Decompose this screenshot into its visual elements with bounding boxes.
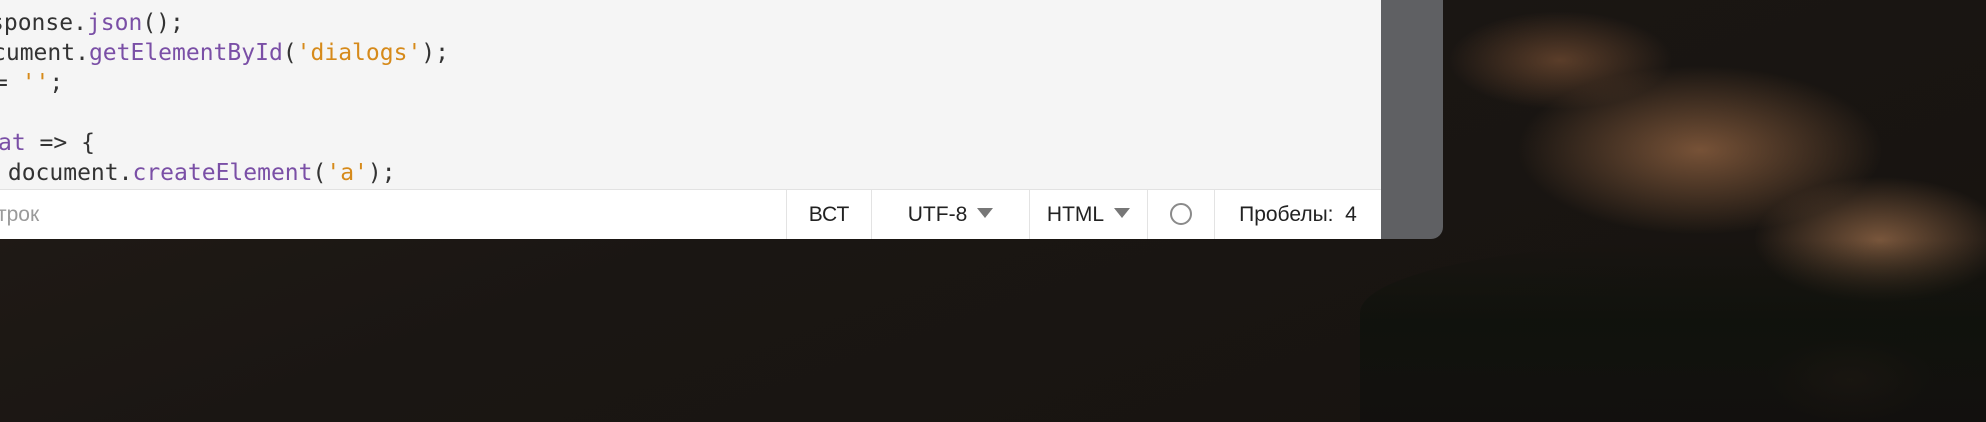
code-token: ( (282, 40, 297, 66)
code-token: json (86, 10, 143, 36)
code-token: = (0, 70, 8, 96)
linter-circle-icon (1170, 203, 1192, 226)
linter-status[interactable] (1147, 190, 1214, 239)
code-area[interactable]: sponse.json();cument.getElementById('dia… (0, 0, 1381, 189)
code-token: at (0, 130, 26, 156)
indent-settings[interactable]: Пробелы: 4 (1214, 190, 1381, 239)
code-token: ); (421, 40, 449, 66)
code-token: getElementById (88, 40, 283, 66)
status-bar: трок ВСТ UTF-8 HTML Пробелы: 4 (0, 189, 1381, 239)
code-token: ( (312, 160, 327, 186)
code-token: '' (21, 70, 50, 96)
cursor-position: трок (0, 203, 40, 226)
code-token: cument. (0, 40, 89, 66)
code-line: document.createElement('a'); (0, 158, 396, 188)
code-token: document. (0, 160, 133, 186)
chevron-down-icon (1114, 208, 1131, 219)
code-token: 'dialogs' (296, 40, 422, 66)
code-token: 'a' (326, 160, 368, 186)
code-editor[interactable]: sponse.json();cument.getElementById('dia… (0, 0, 1381, 189)
code-line: at => { (0, 128, 95, 158)
code-line: cument.getElementById('dialogs'); (0, 38, 449, 68)
insert-mode-label: ВСТ (808, 203, 850, 226)
language-label: HTML (1046, 203, 1105, 226)
code-token: createElement (132, 160, 313, 186)
wallpaper-hill (1360, 240, 1986, 422)
chevron-down-icon (977, 208, 994, 219)
code-token: sponse. (0, 10, 87, 36)
code-line: = ''; (0, 68, 63, 98)
code-token: ; (49, 70, 64, 96)
code-line: sponse.json(); (0, 8, 184, 38)
insert-mode-toggle[interactable]: ВСТ (786, 190, 871, 239)
code-token: ); (367, 160, 396, 186)
encoding-select[interactable]: UTF-8 (871, 190, 1029, 239)
indent-label: Пробелы: 4 (1239, 203, 1357, 226)
code-editor-window: sponse.json();cument.getElementById('dia… (0, 0, 1443, 239)
encoding-label: UTF-8 (907, 203, 968, 226)
code-token: (); (142, 10, 184, 36)
code-token: => { (25, 130, 95, 156)
language-select[interactable]: HTML (1029, 190, 1147, 239)
